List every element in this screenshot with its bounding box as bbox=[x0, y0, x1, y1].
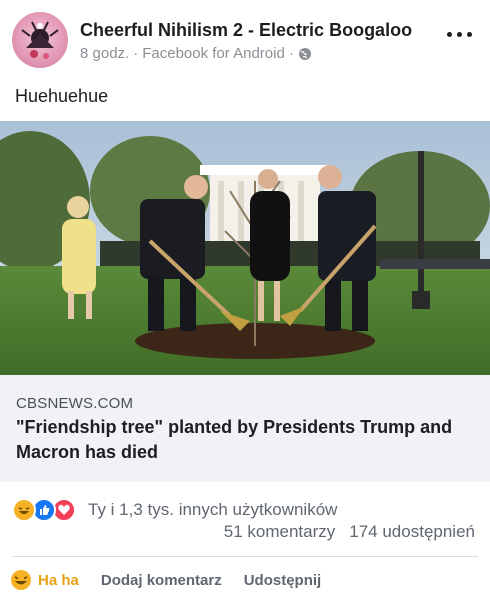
more-options-icon[interactable] bbox=[446, 24, 474, 44]
link-domain: CBSNEWS.COM bbox=[16, 395, 134, 412]
link-headline[interactable]: "Friendship tree" planted by Presidents … bbox=[16, 415, 466, 465]
comment-button[interactable]: Dodaj komentarz bbox=[101, 572, 222, 589]
engagement-counts: 51 komentarzy 174 udostępnień bbox=[224, 522, 475, 542]
globe-icon bbox=[298, 47, 311, 60]
link-preview-image bbox=[0, 121, 490, 375]
share-button-label: Udostępnij bbox=[243, 571, 322, 589]
post-source: Facebook for Android bbox=[142, 45, 285, 62]
comments-count[interactable]: 51 komentarzy bbox=[224, 522, 336, 542]
post-time[interactable]: 8 godz. bbox=[80, 45, 129, 62]
reaction-button[interactable]: Ha ha bbox=[10, 569, 79, 591]
meta-separator-2: · bbox=[288, 45, 294, 62]
share-button[interactable]: Udostępnij bbox=[244, 572, 322, 589]
meta-separator: · bbox=[133, 45, 139, 62]
avatar-illustration bbox=[21, 21, 59, 59]
haha-icon bbox=[11, 570, 31, 590]
reaction-summary-row[interactable]: Ty i 1,3 tys. innych użytkowników bbox=[12, 497, 337, 523]
reaction-summary-text: Ty i 1,3 tys. innych użytkowników bbox=[88, 500, 338, 519]
link-preview-card[interactable]: CBSNEWS.COM "Friendship tree" planted by… bbox=[0, 121, 490, 482]
post-text: Huehuehue bbox=[15, 86, 109, 106]
action-divider bbox=[12, 556, 478, 557]
link-preview-body: CBSNEWS.COM "Friendship tree" planted by… bbox=[0, 375, 490, 482]
shares-count[interactable]: 174 udostępnień bbox=[349, 522, 475, 542]
reaction-icons bbox=[12, 498, 78, 522]
comment-button-label: Dodaj komentarz bbox=[100, 571, 222, 589]
post-header: Cheerful Nihilism 2 - Electric Boogaloo … bbox=[0, 0, 490, 80]
reaction-button-label: Ha ha bbox=[38, 571, 79, 589]
page-avatar[interactable] bbox=[12, 12, 68, 68]
post-actions: Ha ha Dodaj komentarz Udostępnij bbox=[10, 566, 321, 594]
page-name[interactable]: Cheerful Nihilism 2 - Electric Boogaloo bbox=[80, 20, 412, 41]
post-meta: 8 godz. · Facebook for Android · bbox=[80, 45, 312, 62]
haha-icon bbox=[12, 498, 36, 522]
